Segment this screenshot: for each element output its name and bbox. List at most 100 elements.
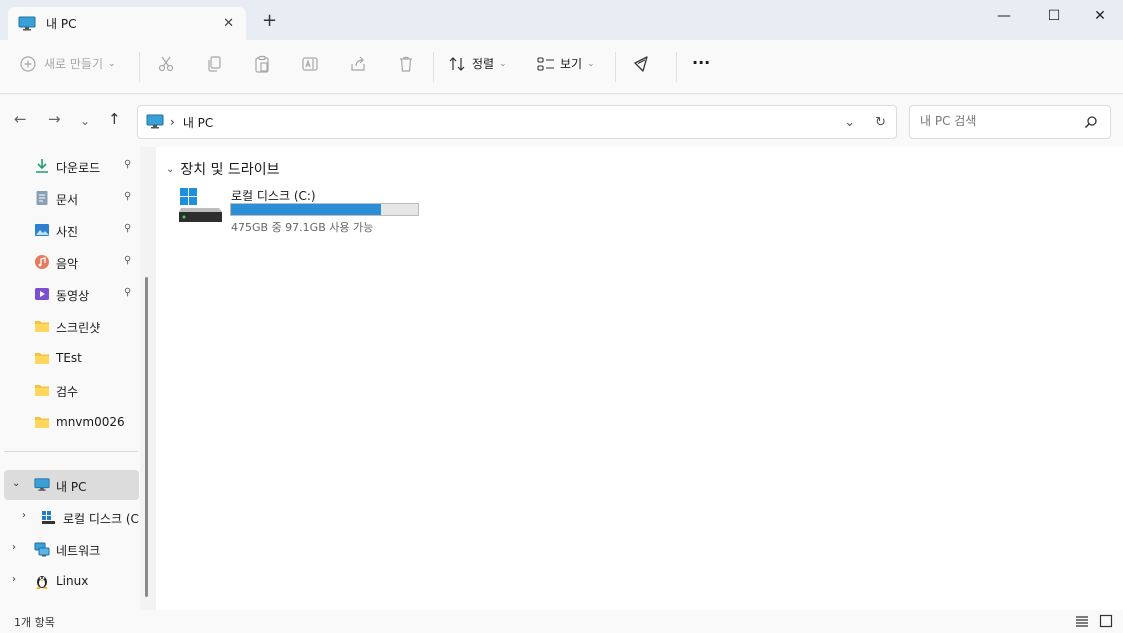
delete-button[interactable] — [397, 55, 415, 73]
new-button[interactable]: 새로 만들기 ⌄ — [20, 55, 116, 72]
new-tab-button[interactable]: + — [262, 12, 277, 30]
pin-icon[interactable]: ⚲ — [124, 223, 131, 234]
paste-button[interactable] — [253, 55, 271, 73]
tab-title: 내 PC — [46, 17, 77, 31]
document-icon — [36, 191, 48, 205]
sidebar-item-quick-access[interactable]: 사진 ⚲ — [0, 215, 139, 245]
close-tab-icon[interactable]: ✕ — [223, 16, 234, 31]
sidebar-item-network[interactable]: › 네트워크 — [0, 534, 139, 564]
linux-penguin-icon — [36, 576, 48, 589]
sidebar-item-label: 내 PC — [56, 480, 87, 494]
more-options-button[interactable]: ··· — [692, 53, 710, 72]
chevron-right-icon[interactable]: › — [22, 510, 26, 521]
tiles-view-icon[interactable] — [1099, 614, 1113, 628]
local-disk-icon — [179, 188, 222, 222]
pin-icon[interactable]: ⚲ — [124, 159, 131, 170]
sort-icon — [449, 56, 465, 71]
toolbar-divider — [433, 52, 434, 82]
sidebar-item-this-pc[interactable]: ⌄ 내 PC — [4, 470, 139, 500]
content-pane: ⌄ 장치 및 드라이브 로컬 디스크 (C:) 475GB 중 97.1GB 사… — [156, 147, 1123, 610]
sidebar-item-label: 음악 — [56, 257, 79, 271]
chevron-down-icon[interactable]: ⌄ — [166, 164, 174, 175]
pin-icon[interactable]: ⚲ — [124, 191, 131, 202]
sidebar-item-quick-access[interactable]: 문서 ⚲ — [0, 183, 139, 213]
picture-icon — [35, 224, 49, 236]
drive-space-info: 475GB 중 97.1GB 사용 가능 — [231, 221, 374, 234]
sidebar-item-label: mnvm0026 — [56, 415, 125, 429]
breadcrumb-this-pc[interactable]: 내 PC — [183, 114, 213, 131]
add-circle-icon — [20, 55, 36, 72]
drive-icon — [42, 511, 55, 524]
rename-icon — [302, 57, 318, 71]
download-icon — [36, 159, 48, 173]
filter-button[interactable] — [633, 55, 651, 73]
sidebar-item-label: 동영상 — [56, 289, 90, 303]
details-view-icon[interactable] — [1075, 614, 1089, 628]
sidebar-item-quick-access[interactable]: 다운로드 ⚲ — [0, 151, 139, 181]
sort-label: 정렬 — [472, 57, 495, 71]
drive-usage-bar — [230, 203, 419, 216]
maximize-button[interactable]: ☐ — [1042, 6, 1066, 26]
title-bar: 내 PC ✕ + — ☐ ✕ — [0, 0, 1123, 40]
sidebar-item-label: 다운로드 — [56, 161, 101, 175]
monitor-icon — [34, 478, 50, 491]
cut-button[interactable] — [157, 55, 175, 73]
folder-icon — [35, 353, 49, 364]
forward-button[interactable]: → — [48, 112, 61, 127]
sidebar-item-label: 네트워크 — [56, 544, 101, 558]
copy-button[interactable] — [205, 55, 223, 73]
recent-locations-button[interactable]: ⌄ — [80, 114, 90, 129]
chevron-down-icon: ⌄ — [108, 58, 116, 69]
drive-tile-c[interactable]: 로컬 디스크 (C:) 475GB 중 97.1GB 사용 가능 — [178, 185, 428, 237]
tab-this-pc[interactable]: 내 PC ✕ — [8, 7, 246, 40]
back-button[interactable]: ← — [14, 112, 27, 127]
refresh-icon[interactable]: ↻ — [875, 115, 886, 130]
paste-icon — [255, 55, 269, 73]
chevron-right-icon[interactable]: › — [12, 574, 16, 585]
sidebar-item-label: Linux — [56, 574, 89, 588]
sidebar-item-quick-access[interactable]: mnvm0026 — [0, 407, 139, 437]
sidebar-item-label: 문서 — [56, 193, 79, 207]
toolbar-divider — [676, 52, 677, 82]
sidebar-item-linux[interactable]: › Linux — [0, 566, 139, 596]
rename-button[interactable] — [301, 55, 319, 73]
view-button[interactable]: 보기 ⌄ — [537, 55, 595, 72]
sidebar-item-quick-access[interactable]: TEst — [0, 343, 139, 373]
address-bar[interactable]: › 내 PC ⌄ ↻ — [137, 105, 897, 139]
sidebar-item-quick-access[interactable]: 스크린샷 — [0, 311, 139, 341]
sidebar-item-quick-access[interactable]: 음악 ⚲ — [0, 247, 139, 277]
sidebar-item-quick-access[interactable]: 동영상 ⚲ — [0, 279, 139, 309]
sidebar-item-label: 스크린샷 — [56, 321, 101, 335]
toolbar-divider — [615, 52, 616, 82]
sidebar-item-label: 검수 — [56, 385, 79, 399]
item-count: 1개 항목 — [14, 616, 55, 629]
group-header-devices[interactable]: ⌄ 장치 및 드라이브 — [166, 159, 279, 179]
copy-icon — [208, 56, 221, 72]
address-dropdown-icon[interactable]: ⌄ — [844, 115, 855, 130]
chevron-right-icon[interactable]: › — [12, 542, 16, 553]
sidebar-item-quick-access[interactable]: 검수 — [0, 375, 139, 405]
sidebar-scroll-track — [140, 147, 156, 610]
drive-usage-fill — [231, 204, 381, 215]
close-window-button[interactable]: ✕ — [1088, 6, 1112, 26]
search-icon[interactable] — [1084, 115, 1098, 129]
pin-icon[interactable]: ⚲ — [124, 287, 131, 298]
folder-icon — [35, 385, 49, 396]
share-button[interactable] — [349, 55, 367, 73]
up-button[interactable]: ↑ — [108, 112, 121, 127]
chevron-down-icon: ⌄ — [587, 58, 595, 69]
chevron-down-icon[interactable]: ⌄ — [12, 478, 20, 489]
breadcrumb-chevron-icon[interactable]: › — [170, 115, 175, 129]
minimize-button[interactable]: — — [992, 6, 1016, 26]
cut-icon — [158, 56, 174, 72]
search-box[interactable] — [909, 105, 1111, 139]
sidebar-divider — [4, 451, 138, 452]
sidebar-scrollbar[interactable] — [145, 277, 148, 597]
search-input[interactable] — [920, 114, 1080, 128]
sidebar-item-local-disk[interactable]: › 로컬 디스크 (C — [0, 502, 139, 532]
sort-button[interactable]: 정렬 ⌄ — [448, 55, 507, 72]
pin-icon[interactable]: ⚲ — [124, 255, 131, 266]
monitor-icon — [146, 114, 164, 129]
status-bar: 1개 항목 — [0, 610, 1123, 633]
navigation-bar: ← → ⌄ ↑ › 내 PC ⌄ ↻ — [0, 95, 1123, 147]
